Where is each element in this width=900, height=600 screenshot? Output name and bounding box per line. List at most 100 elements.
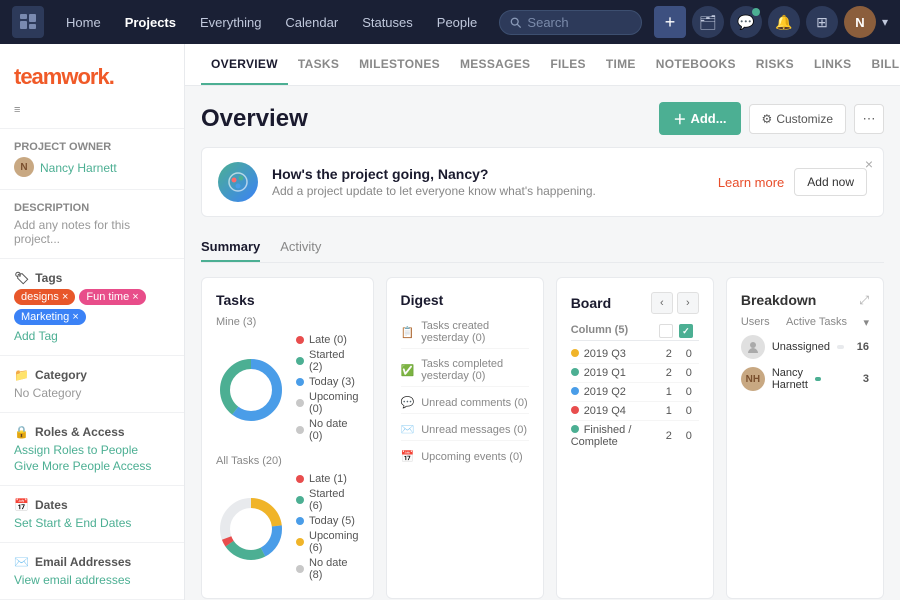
owner-name-link[interactable]: Nancy Harnett (40, 161, 117, 175)
banner-icon (218, 162, 258, 202)
board-row-3: 2019 Q4 1 0 (571, 402, 699, 421)
nav-everything[interactable]: Everything (190, 9, 271, 36)
add-button[interactable]: + (654, 6, 686, 38)
tab-billing[interactable]: Billing (861, 45, 900, 85)
assign-roles-link[interactable]: Assign Roles to People (14, 443, 170, 457)
digest-item-4: 📅 Upcoming events (0) (401, 446, 529, 467)
digest-icon-3: ✉️ (401, 423, 415, 436)
breakdown-card: Breakdown ⤢ Users Active Tasks ▾ Unassig… (726, 277, 884, 599)
digest-item-0: 📋 Tasks created yesterday (0) (401, 316, 529, 349)
user-menu-chevron[interactable]: ▾ (882, 15, 888, 29)
grid-icon-btn[interactable]: ⊞ (806, 6, 838, 38)
tab-notebooks[interactable]: Notebooks (646, 45, 746, 85)
folder-icon-btn[interactable]: 🗂 (692, 6, 724, 38)
page-header: Overview ＋ Add... ⚙ Customize ⋯ (201, 102, 884, 135)
breakdown-row-1: NH Nancy Harnett 3 (741, 367, 869, 391)
tag-funtime[interactable]: Fun time × (79, 289, 145, 305)
nav-projects[interactable]: Projects (115, 9, 186, 36)
sub-navigation: Overview Tasks Milestones Messages Files… (185, 44, 900, 86)
sidebar-category: 📁 Category No Category (0, 362, 184, 406)
give-access-link[interactable]: Give More People Access (14, 459, 170, 473)
tab-messages[interactable]: Messages (450, 45, 540, 85)
tags-container: designs × Fun time × Marketing × (14, 289, 170, 325)
owner-avatar: N (14, 157, 34, 177)
tab-time[interactable]: Time (596, 45, 646, 85)
board-header-checkbox[interactable] (659, 324, 673, 338)
breakdown-bar-0 (837, 345, 846, 349)
sidebar-tags: 🏷 Tags designs × Fun time × Marketing × … (0, 265, 184, 349)
tasks-mine-donut (216, 355, 286, 425)
add-tag-link[interactable]: Add Tag (14, 329, 170, 343)
chat-icon-btn[interactable]: 💬 (730, 6, 762, 38)
summary-grid: Tasks Mine (3) (201, 277, 884, 599)
digest-item-1: ✅ Tasks completed yesterday (0) (401, 354, 529, 387)
banner-close-button[interactable]: × (865, 156, 873, 172)
digest-card: Digest 📋 Tasks created yesterday (0) ✅ T… (386, 277, 544, 599)
nav-people[interactable]: People (427, 9, 487, 36)
search-input[interactable] (527, 15, 631, 30)
tab-milestones[interactable]: Milestones (349, 45, 450, 85)
board-header-checked[interactable]: ✓ (679, 324, 693, 338)
tasks-mine-label: Mine (3) (216, 316, 359, 328)
banner-actions: Learn more Add now (718, 168, 867, 196)
tab-summary[interactable]: Summary (201, 233, 260, 262)
view-email-link[interactable]: View email addresses (14, 573, 170, 587)
tab-links[interactable]: Links (804, 45, 862, 85)
sidebar-collapse-btn[interactable]: ≡ (14, 104, 20, 116)
nav-calendar[interactable]: Calendar (275, 9, 348, 36)
breakdown-subtitle: Users Active Tasks ▾ (741, 316, 869, 329)
tag-designs[interactable]: designs × (14, 289, 75, 305)
top-navigation: Home Projects Everything Calendar Status… (0, 0, 900, 44)
banner-text: How's the project going, Nancy? Add a pr… (272, 166, 596, 198)
tab-tasks[interactable]: Tasks (288, 45, 349, 85)
breakdown-name-0: Unassigned (772, 341, 830, 353)
board-next-btn[interactable]: › (677, 292, 699, 314)
sidebar-description: Description Add any notes for this proje… (0, 196, 184, 252)
breakdown-row-0: Unassigned 16 (741, 335, 869, 359)
user-avatar[interactable]: N (844, 6, 876, 38)
search-bar[interactable] (499, 10, 642, 35)
digest-item-3: ✉️ Unread messages (0) (401, 419, 529, 441)
board-row-1: 2019 Q1 2 0 (571, 364, 699, 383)
tag-marketing[interactable]: Marketing × (14, 309, 86, 325)
add-button[interactable]: ＋ Add... (659, 102, 740, 135)
board-prev-btn[interactable]: ‹ (651, 292, 673, 314)
sidebar-project-owner: Project Owner N Nancy Harnett (0, 135, 184, 183)
content-tabs: Summary Activity (201, 233, 884, 263)
nav-home[interactable]: Home (56, 9, 111, 36)
tasks-mine-legend: Late (0) Started (2) Today (3) Upcoming … (296, 334, 359, 445)
add-now-button[interactable]: Add now (794, 168, 867, 196)
search-icon (510, 16, 521, 29)
tab-activity[interactable]: Activity (280, 233, 321, 262)
digest-title: Digest (401, 292, 529, 308)
overview-content: Overview ＋ Add... ⚙ Customize ⋯ (185, 86, 900, 600)
learn-more-link[interactable]: Learn more (718, 175, 784, 190)
breakdown-count-0: 16 (853, 341, 869, 353)
sidebar: teamwork. ≡ Project Owner N Nancy Harnet… (0, 44, 185, 600)
digest-icon-0: 📋 (401, 326, 415, 339)
board-card: Board ‹ › Column (5) ✓ 2019 Q3 2 (556, 277, 714, 599)
nav-actions: + 🗂 💬 🔔 ⊞ N ▾ (654, 6, 888, 38)
breakdown-bar-1 (815, 377, 846, 381)
breakdown-avatar-0 (741, 335, 765, 359)
app-logo-icon[interactable] (12, 6, 44, 38)
digest-icon-4: 📅 (401, 450, 415, 463)
breakdown-avatar-1: NH (741, 367, 765, 391)
tab-risks[interactable]: Risks (746, 45, 804, 85)
tasks-title: Tasks (216, 292, 359, 308)
breakdown-expand-btn[interactable]: ⤢ (859, 293, 869, 308)
page-title: Overview (201, 105, 308, 133)
more-options-button[interactable]: ⋯ (854, 104, 884, 134)
board-col-label: Column (5) (571, 324, 659, 338)
chat-badge (752, 8, 760, 16)
bell-icon-btn[interactable]: 🔔 (768, 6, 800, 38)
main-content: Overview Tasks Milestones Messages Files… (185, 44, 900, 600)
set-dates-link[interactable]: Set Start & End Dates (14, 516, 170, 530)
digest-items: 📋 Tasks created yesterday (0) ✅ Tasks co… (401, 316, 529, 467)
nav-statuses[interactable]: Statuses (352, 9, 423, 36)
breakdown-count-1: 3 (853, 373, 869, 385)
board-title: Board (571, 295, 651, 311)
customize-button[interactable]: ⚙ Customize (749, 104, 846, 134)
tab-files[interactable]: Files (540, 45, 596, 85)
tab-overview[interactable]: Overview (201, 45, 288, 85)
